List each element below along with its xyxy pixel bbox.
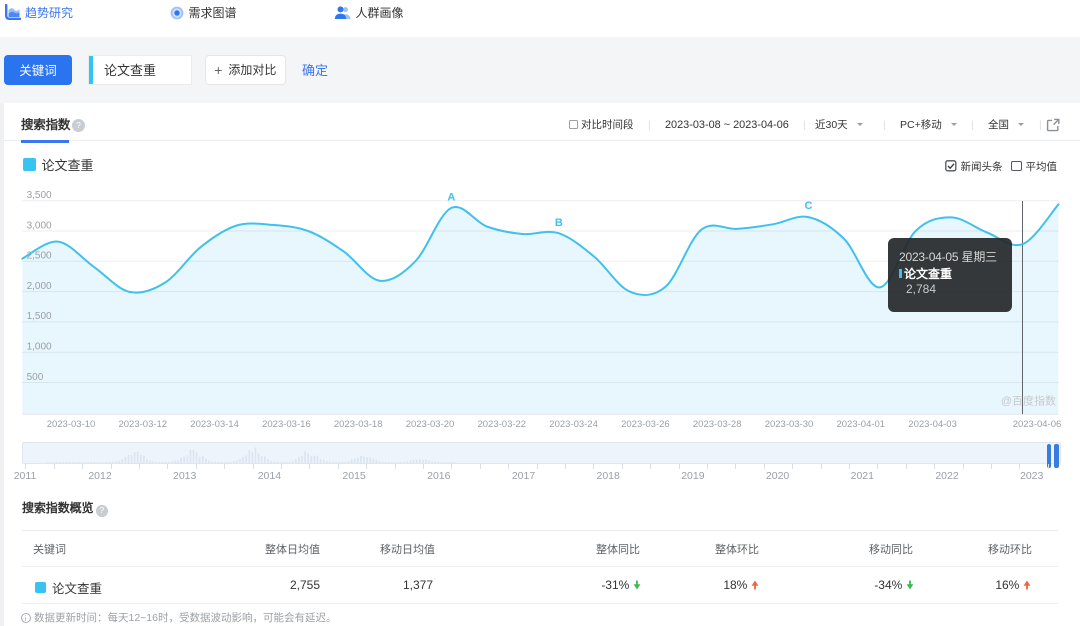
svg-text:1,000: 1,000 — [27, 342, 52, 353]
svg-text:B: B — [555, 217, 563, 229]
svg-text:2023-03-28: 2023-03-28 — [693, 419, 742, 430]
svg-text:2,000: 2,000 — [27, 281, 52, 292]
svg-text:2023-03-20: 2023-03-20 — [406, 419, 455, 430]
svg-text:@百度指数: @百度指数 — [1001, 394, 1056, 408]
svg-text:500: 500 — [27, 372, 44, 383]
svg-text:A: A — [447, 191, 455, 203]
svg-text:2023-03-12: 2023-03-12 — [118, 419, 167, 430]
svg-text:C: C — [805, 200, 813, 212]
svg-text:2023-04-01: 2023-04-01 — [836, 419, 885, 430]
svg-text:1,500: 1,500 — [27, 311, 52, 322]
svg-text:2023-03-30: 2023-03-30 — [765, 419, 814, 430]
svg-text:2023-03-26: 2023-03-26 — [621, 419, 670, 430]
svg-text:2023-04-06: 2023-04-06 — [1013, 419, 1062, 430]
svg-text:2023-04-03: 2023-04-03 — [908, 419, 957, 430]
svg-text:2023-03-24: 2023-03-24 — [549, 419, 598, 430]
svg-text:3,500: 3,500 — [27, 190, 52, 201]
svg-text:2023-03-10: 2023-03-10 — [47, 419, 96, 430]
svg-text:3,000: 3,000 — [27, 220, 52, 231]
svg-text:2023-03-16: 2023-03-16 — [262, 419, 311, 430]
svg-text:2023-03-14: 2023-03-14 — [190, 419, 239, 430]
svg-text:2023-03-22: 2023-03-22 — [477, 419, 526, 430]
svg-text:2023-03-18: 2023-03-18 — [334, 419, 383, 430]
